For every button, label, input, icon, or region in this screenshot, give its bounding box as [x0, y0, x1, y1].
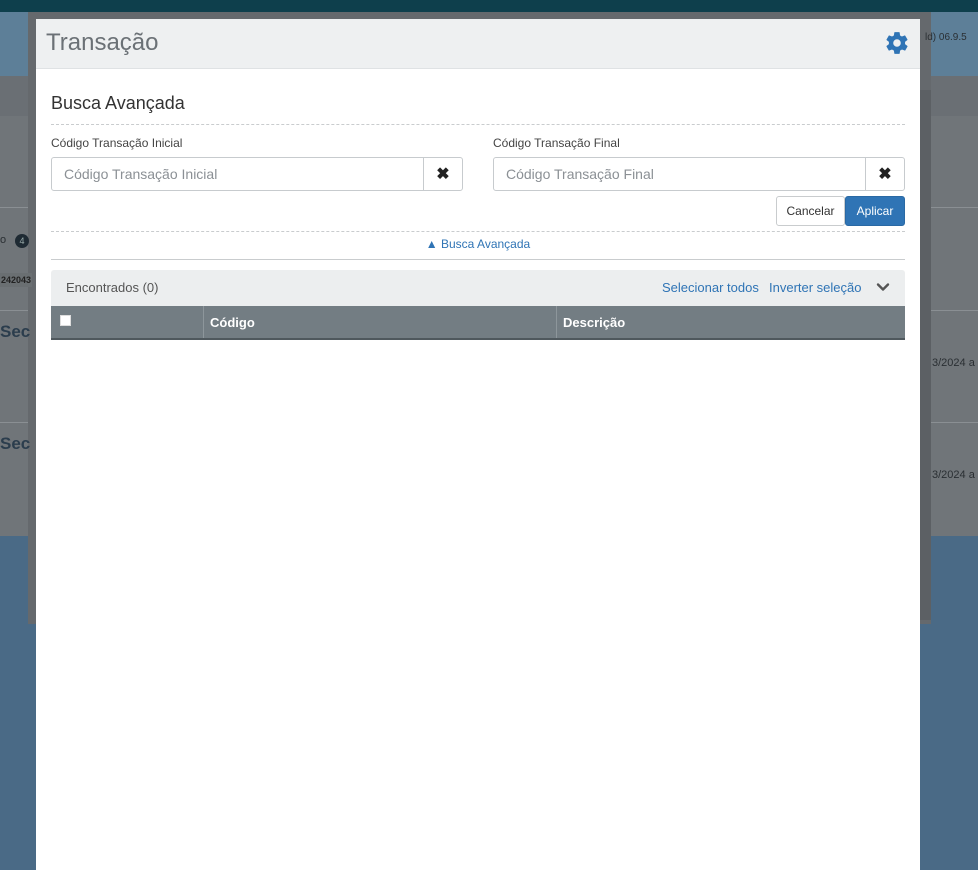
final-code-label: Código Transação Final — [493, 136, 620, 150]
gear-icon[interactable] — [884, 30, 910, 56]
clear-initial-button[interactable]: ✖ — [423, 158, 462, 190]
transaction-modal: Transação Busca Avançada Código Transaçã… — [36, 19, 920, 870]
select-all-link[interactable]: Selecionar todos — [662, 280, 759, 295]
background-badge-prefix: o — [0, 234, 7, 246]
close-icon: ✖ — [878, 166, 892, 183]
chevron-down-icon[interactable] — [875, 279, 891, 295]
apply-button[interactable]: Aplicar — [845, 196, 905, 226]
modal-header: Transação — [36, 19, 920, 69]
select-column — [51, 306, 204, 338]
final-code-group: ✖ — [493, 157, 905, 191]
clear-final-button[interactable]: ✖ — [865, 158, 904, 190]
background-version-text: ld) 06.9.5 — [925, 32, 967, 43]
background-top-bar — [0, 0, 978, 12]
background-id-chip: 242043 — [0, 273, 33, 287]
column-header-code[interactable]: Código — [204, 306, 557, 338]
dashed-divider — [51, 231, 905, 232]
background-date: 3/2024 a — [932, 357, 975, 369]
background-heading: Sec — [0, 322, 31, 341]
advanced-search-toggle[interactable]: ▲ Busca Avançada — [36, 237, 920, 251]
invert-selection-link[interactable]: Inverter seleção — [769, 280, 862, 295]
close-icon: ✖ — [436, 166, 450, 183]
background-modal-edge — [920, 90, 931, 620]
modal-title: Transação — [46, 29, 159, 56]
initial-code-group: ✖ — [51, 157, 463, 191]
final-code-input[interactable] — [494, 158, 865, 190]
background-count-badge: 4 — [15, 234, 29, 248]
found-count: Encontrados (0) — [66, 280, 159, 295]
dashed-divider — [51, 124, 905, 125]
background-heading: Sec — [0, 434, 31, 453]
advanced-search-title: Busca Avançada — [51, 93, 185, 113]
cancel-button[interactable]: Cancelar — [776, 196, 845, 226]
background-date: 3/2024 a — [932, 469, 975, 481]
column-header-description[interactable]: Descrição — [557, 306, 905, 338]
initial-code-label: Código Transação Inicial — [51, 136, 183, 150]
initial-code-input[interactable] — [52, 158, 423, 190]
divider — [51, 259, 905, 260]
select-all-checkbox[interactable] — [60, 314, 71, 326]
grid-header: Código Descrição — [51, 306, 905, 340]
results-toolbar: Encontrados (0) Selecionar todos Inverte… — [51, 270, 905, 306]
